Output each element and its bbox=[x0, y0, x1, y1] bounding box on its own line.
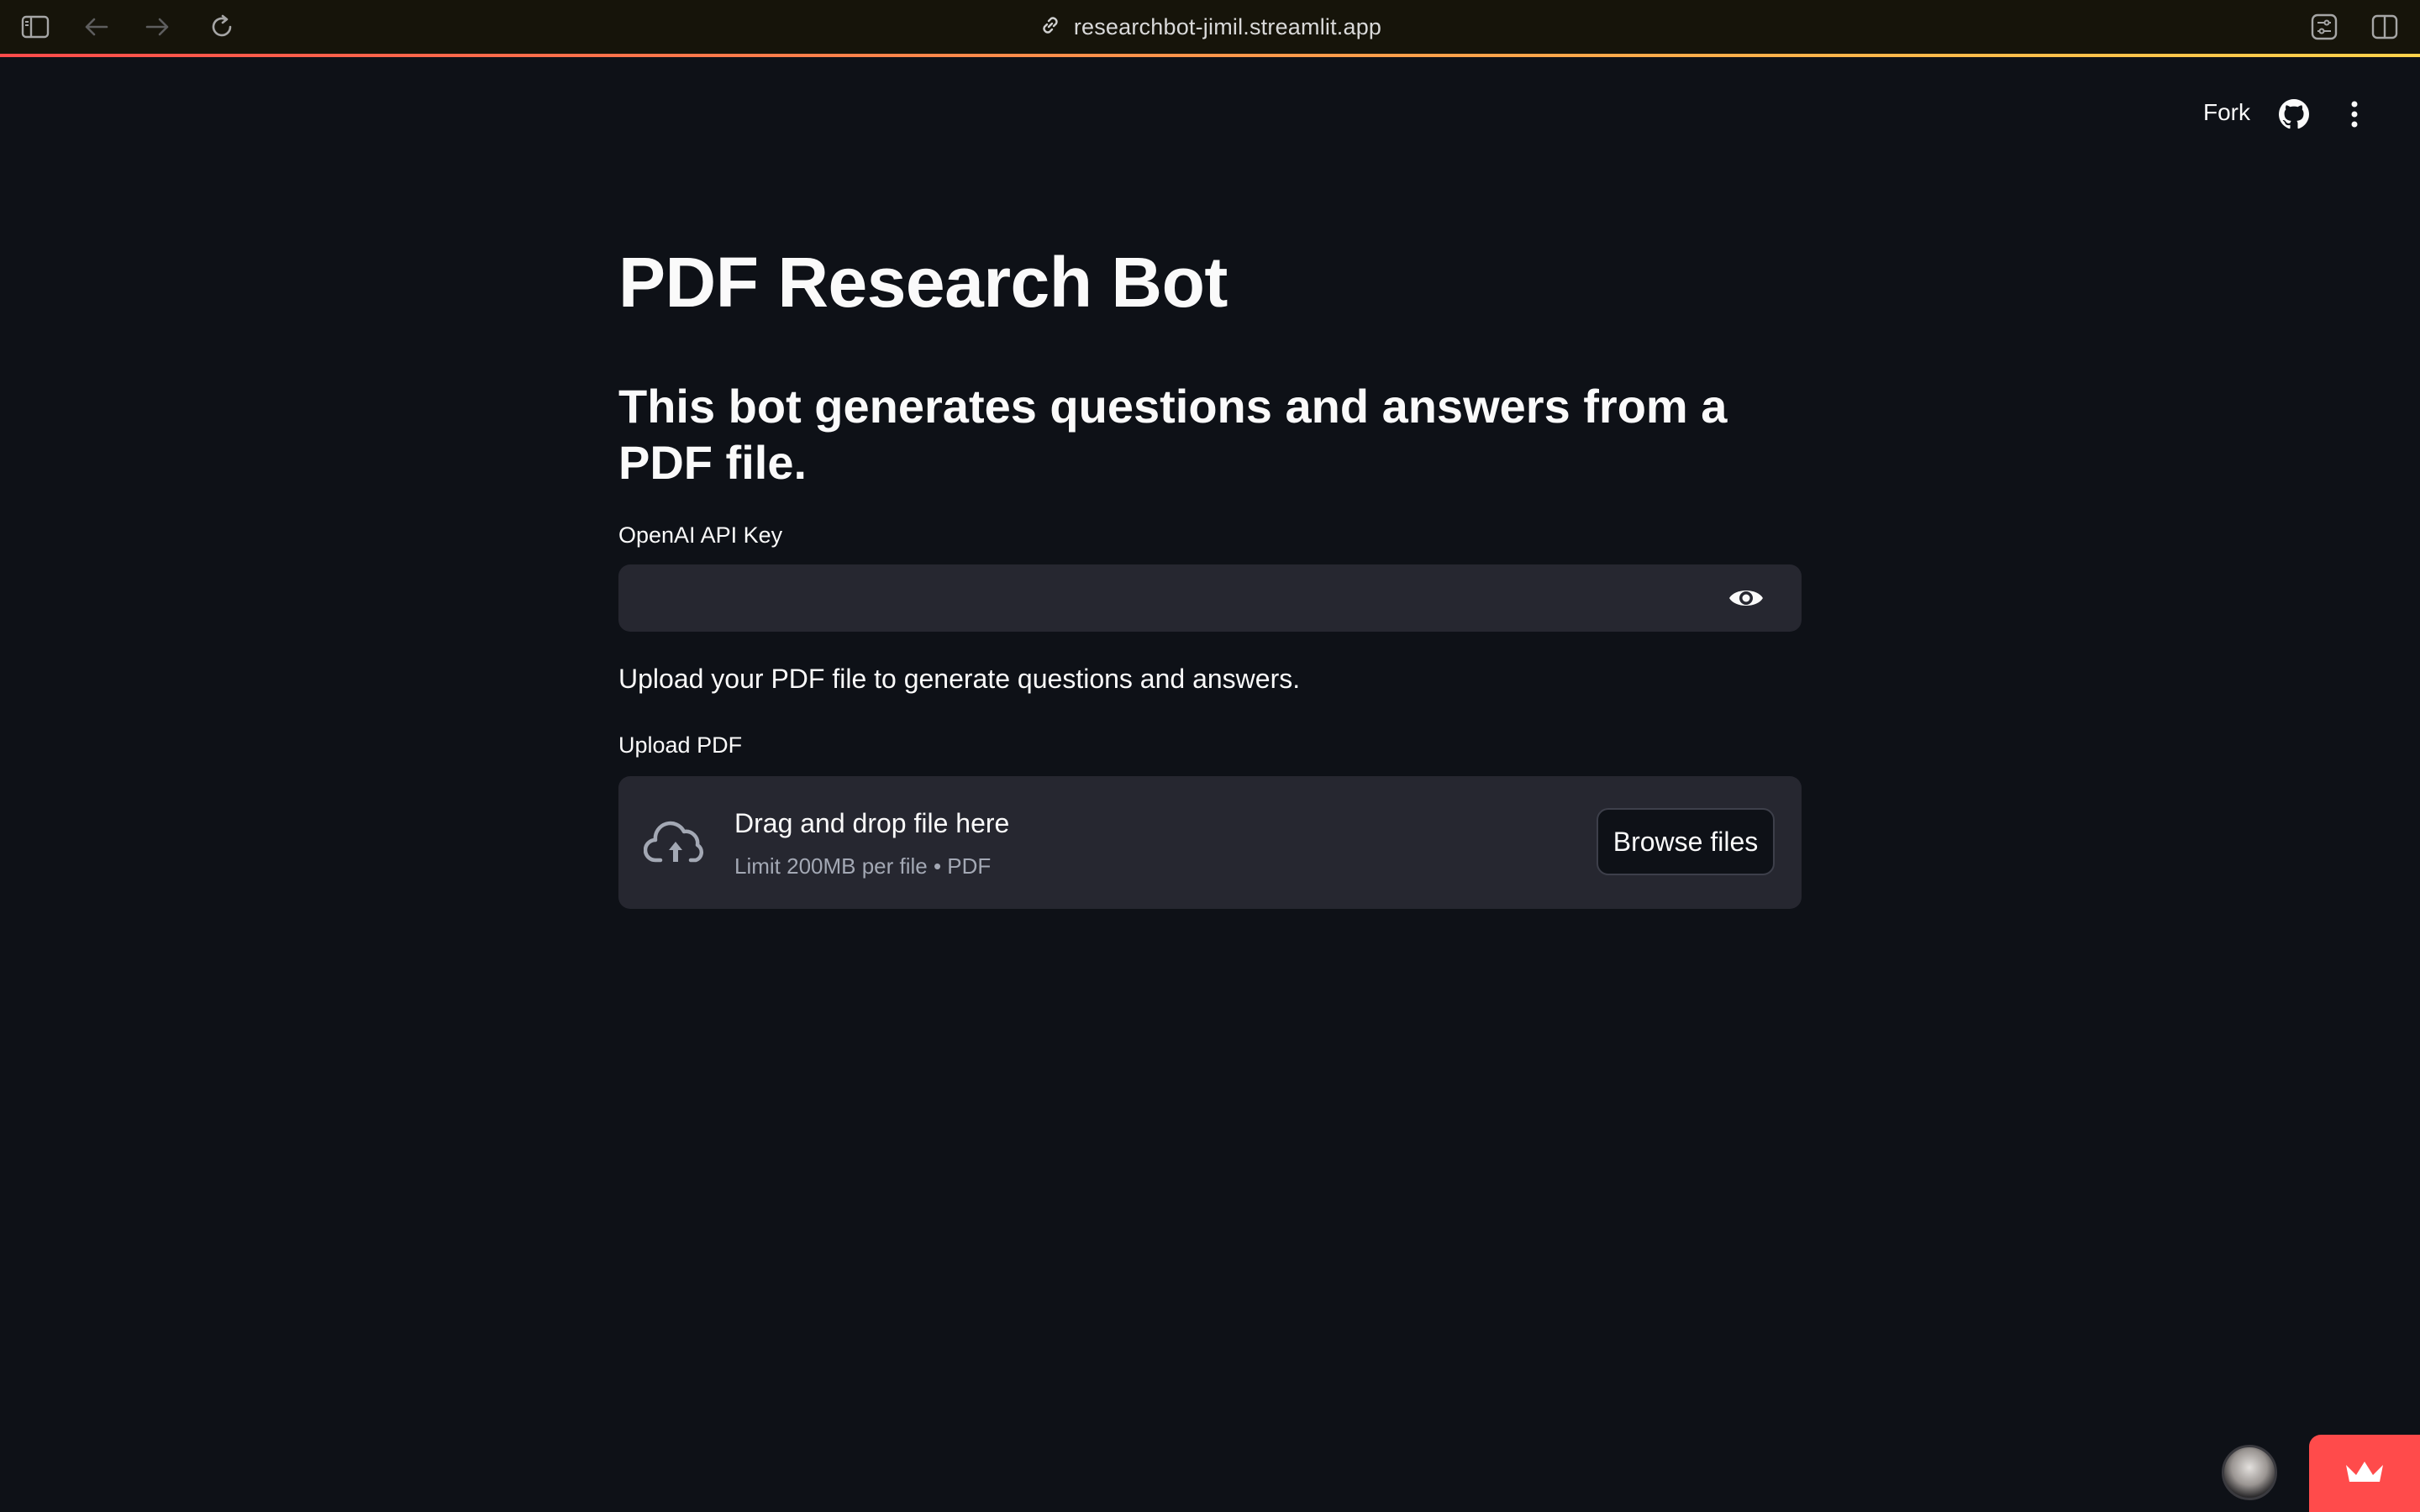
kebab-menu-icon[interactable] bbox=[2344, 97, 2365, 131]
upload-instruction: Upload your PDF file to generate questio… bbox=[618, 664, 1301, 694]
fork-button[interactable]: Fork bbox=[2203, 99, 2250, 126]
browser-toolbar: researchbot-jimil.streamlit.app bbox=[0, 0, 2420, 54]
api-key-input[interactable] bbox=[635, 564, 1694, 632]
back-arrow-icon[interactable] bbox=[81, 12, 111, 42]
browser-loading-accent bbox=[0, 54, 2420, 57]
github-icon[interactable] bbox=[2279, 99, 2309, 129]
dropzone-limit-text: Limit 200MB per file • PDF bbox=[734, 853, 992, 879]
extension-icon[interactable] bbox=[2309, 12, 2339, 42]
browse-files-button[interactable]: Browse files bbox=[1597, 808, 1775, 875]
sidebar-toggle-icon[interactable] bbox=[20, 12, 50, 42]
page-title: PDF Research Bot bbox=[618, 243, 1228, 322]
address-bar[interactable]: researchbot-jimil.streamlit.app bbox=[1039, 13, 1381, 41]
page-subtitle: This bot generates questions and answers… bbox=[618, 380, 1728, 490]
eye-icon[interactable] bbox=[1728, 583, 1765, 613]
url-text: researchbot-jimil.streamlit.app bbox=[1073, 13, 1382, 39]
upload-label: Upload PDF bbox=[618, 732, 743, 758]
dropzone-title: Drag and drop file here bbox=[734, 808, 1010, 838]
link-icon bbox=[1039, 13, 1062, 41]
reload-icon[interactable] bbox=[207, 12, 237, 42]
split-view-icon[interactable] bbox=[2370, 12, 2400, 42]
api-key-label: OpenAI API Key bbox=[618, 522, 783, 548]
file-dropzone[interactable]: Drag and drop file here Limit 200MB per … bbox=[618, 776, 1802, 909]
cloud-upload-icon bbox=[643, 815, 708, 869]
avatar[interactable] bbox=[2222, 1445, 2277, 1500]
api-key-field[interactable] bbox=[618, 564, 1802, 632]
streamlit-badge[interactable] bbox=[2309, 1435, 2420, 1512]
forward-arrow-icon[interactable] bbox=[143, 12, 173, 42]
crown-icon bbox=[2343, 1457, 2386, 1491]
